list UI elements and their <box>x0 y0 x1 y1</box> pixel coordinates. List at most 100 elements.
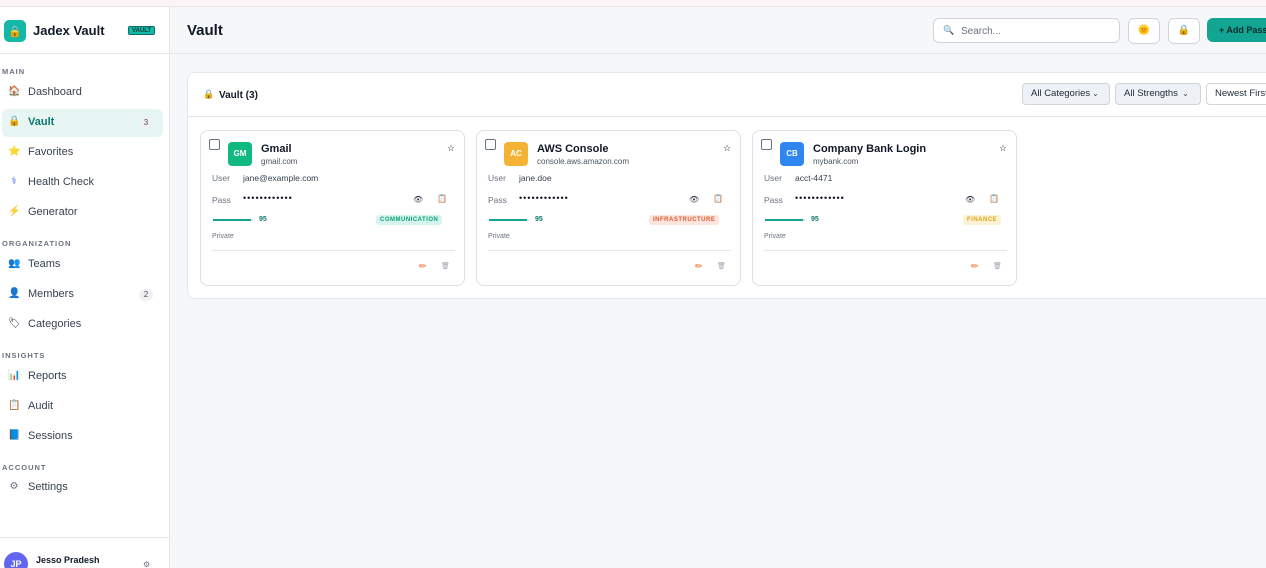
star-icon[interactable]: ☆ <box>999 143 1007 154</box>
entry-domain: gmail.com <box>261 157 298 166</box>
copy-icon[interactable]: 📋 <box>713 194 723 203</box>
sidebar-item-label: Teams <box>28 258 61 270</box>
password-card[interactable]: CB Company Bank Login mybank.com ☆ User … <box>752 130 1017 286</box>
lock-icon: 🔒 <box>8 116 21 127</box>
gear-icon: ⚙ <box>9 481 19 492</box>
sidebar-item-generator[interactable]: ⚡ Generator <box>2 199 163 227</box>
eye-icon[interactable]: 👁 <box>689 195 699 204</box>
strength-bar-fill <box>213 219 251 221</box>
sidebar-item-label: Categories <box>28 318 82 330</box>
star-icon[interactable]: ☆ <box>723 143 731 154</box>
divider <box>764 250 1007 251</box>
sidebar-item-vault[interactable]: 🔒 Vault 3 <box>2 109 163 137</box>
trash-icon[interactable]: 🗑 <box>441 262 450 270</box>
select-checkbox[interactable] <box>485 139 496 150</box>
edit-icon[interactable]: ✏ <box>971 261 979 272</box>
sidebar-item-members[interactable]: 👤 Members 2 <box>2 281 163 309</box>
pass-label: Pass <box>488 195 507 205</box>
trash-icon[interactable]: 🗑 <box>993 262 1002 270</box>
password-mask: •••••••••••• <box>795 193 845 203</box>
entry-domain: console.aws.amazon.com <box>537 157 630 166</box>
password-card[interactable]: GM Gmail gmail.com ☆ User jane@example.c… <box>200 130 465 286</box>
category-badge: INFRASTRUCTURE <box>649 215 720 225</box>
strength-bar-fill <box>765 219 803 221</box>
sidebar-item-label: Sessions <box>28 430 73 442</box>
divider <box>488 250 731 251</box>
pass-label: Pass <box>764 195 783 205</box>
sidebar-item-reports[interactable]: 📊 Reports <box>2 363 163 391</box>
strength-filter[interactable]: All Strengths ⌄ <box>1115 83 1201 105</box>
lock-vault-button[interactable]: 🔒 <box>1168 18 1200 44</box>
count-badge: 3 <box>139 117 153 129</box>
trash-icon[interactable]: 🗑 <box>717 262 726 270</box>
user-profile[interactable]: JP Jesso Pradesh ⚙ <box>0 537 169 568</box>
strength-bar-fill <box>489 219 527 221</box>
top-header: Vault 🔍 🌞 🔒 + Add Password <box>170 7 1266 54</box>
filter-label: Newest First <box>1215 88 1266 99</box>
search-box[interactable]: 🔍 <box>933 18 1120 43</box>
username-value: jane@example.com <box>243 173 319 183</box>
sidebar-item-teams[interactable]: 👥 Teams <box>2 251 163 279</box>
top-strip <box>0 0 1266 7</box>
visibility-label: Private <box>488 233 510 240</box>
sidebar-item-settings[interactable]: ⚙ Settings <box>2 474 163 502</box>
add-password-button[interactable]: + Add Password <box>1207 18 1266 42</box>
entry-domain: mybank.com <box>813 157 859 166</box>
sidebar-item-label: Settings <box>28 481 68 493</box>
entry-name: Company Bank Login <box>813 143 927 155</box>
strength-bar <box>765 219 805 221</box>
avatar: JP <box>4 552 28 568</box>
divider <box>212 250 455 251</box>
edit-icon[interactable]: ✏ <box>695 261 703 272</box>
site-logo: AC <box>504 142 528 166</box>
lock-icon: 🔒 <box>203 89 215 99</box>
copy-icon[interactable]: 📋 <box>989 194 999 203</box>
visibility-label: Private <box>764 233 786 240</box>
chevron-down-icon: ⌄ <box>1092 89 1099 98</box>
password-card[interactable]: AC AWS Console console.aws.amazon.com ☆ … <box>476 130 741 286</box>
tag-icon: 🏷 <box>8 318 21 329</box>
sidebar-item-label: Favorites <box>28 146 74 158</box>
sort-filter[interactable]: Newest First <box>1206 83 1266 105</box>
category-filter[interactable]: All Categories ⌄ <box>1022 83 1110 105</box>
select-checkbox[interactable] <box>761 139 772 150</box>
eye-icon[interactable]: 👁 <box>413 195 423 204</box>
eye-icon[interactable]: 👁 <box>965 195 975 204</box>
person-icon: 👤 <box>8 288 21 299</box>
copy-icon[interactable]: 📋 <box>437 194 447 203</box>
sidebar-item-favorites[interactable]: ⭐ Favorites <box>2 139 163 167</box>
theme-toggle-button[interactable]: 🌞 <box>1128 18 1160 44</box>
sidebar-item-categories[interactable]: 🏷 Categories <box>2 311 163 339</box>
strength-score: 95 <box>811 216 819 223</box>
edit-icon[interactable]: ✏ <box>419 261 427 272</box>
user-label: User <box>488 173 506 183</box>
bar-chart-icon: 📊 <box>8 370 21 381</box>
sidebar-item-label: Health Check <box>28 176 95 188</box>
sidebar-item-sessions[interactable]: 📘 Sessions <box>2 423 163 451</box>
search-input[interactable] <box>961 24 1111 38</box>
chevron-down-icon: ⌄ <box>1179 89 1189 98</box>
star-icon: ⭐ <box>8 146 21 157</box>
star-icon[interactable]: ☆ <box>447 143 455 154</box>
count-badge: 2 <box>139 289 153 301</box>
brand-name: Jadex Vault <box>33 23 105 38</box>
lock-icon: 🔒 <box>1177 25 1191 36</box>
sidebar-item-audit[interactable]: 📋 Audit <box>2 393 163 421</box>
sidebar-item-label: Audit <box>28 400 54 412</box>
section-label-organization: ORGANIZATION <box>2 239 72 248</box>
user-label: User <box>212 173 230 183</box>
sidebar-item-dashboard[interactable]: 🏠 Dashboard <box>2 79 163 107</box>
sidebar-item-label: Vault <box>28 116 55 128</box>
sidebar-item-health-check[interactable]: ⚕ Health Check <box>2 169 163 197</box>
stethoscope-icon: ⚕ <box>11 176 17 187</box>
sidebar-item-label: Reports <box>28 370 67 382</box>
sidebar: 🔒 Jadex Vault VAULT MAIN 🏠 Dashboard 🔒 V… <box>0 7 170 568</box>
password-mask: •••••••••••• <box>243 193 293 203</box>
sidebar-item-label: Dashboard <box>28 86 82 98</box>
select-checkbox[interactable] <box>209 139 220 150</box>
clipboard-icon: 📋 <box>8 400 21 411</box>
book-icon: 📘 <box>8 430 21 441</box>
strength-score: 95 <box>535 216 543 223</box>
user-name: Jesso Pradesh <box>36 555 100 565</box>
gear-icon[interactable]: ⚙ <box>143 560 150 568</box>
